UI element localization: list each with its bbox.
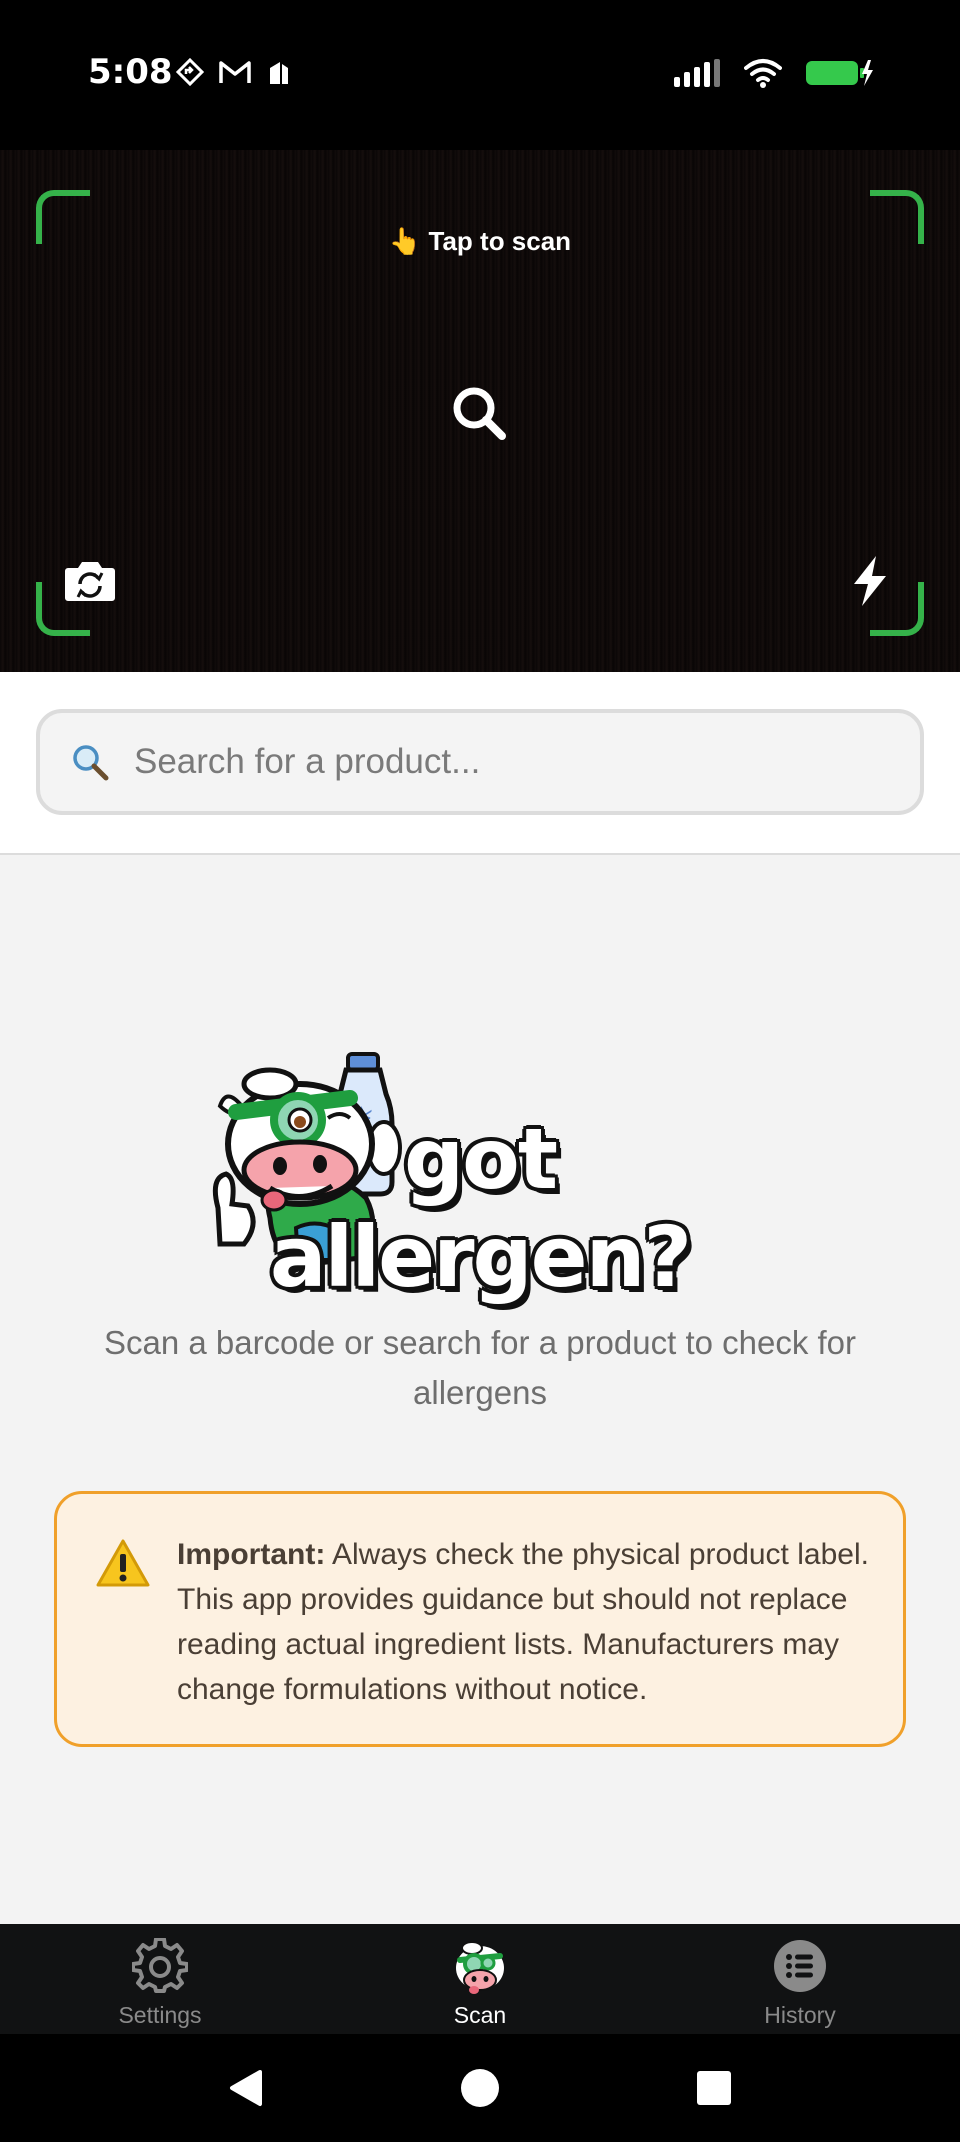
cow-mascot-icon xyxy=(456,1941,504,1994)
app-logo: Milk got allergen? xyxy=(200,1048,760,1310)
back-icon[interactable] xyxy=(226,2068,264,2108)
search-box[interactable] xyxy=(36,709,924,815)
flash-icon[interactable] xyxy=(848,554,892,608)
system-navigation-bar xyxy=(0,2034,960,2142)
nav-label-history: History xyxy=(764,2002,836,2028)
app-screen: 5:08 👆 Tap to scan Search for a product.… xyxy=(0,0,960,2142)
logo-text: got allergen? xyxy=(269,1110,692,1306)
warning-title: Important: xyxy=(177,1538,326,1571)
camera-viewfinder[interactable]: 👆 Tap to scan xyxy=(0,150,960,672)
flip-camera-icon[interactable] xyxy=(64,558,116,602)
warning-text: Important: Always check the physical pro… xyxy=(177,1532,877,1712)
warning-icon xyxy=(96,1539,150,1587)
search-icon xyxy=(73,745,109,781)
list-icon xyxy=(774,1940,826,1992)
recents-icon[interactable] xyxy=(696,2070,732,2106)
wifi-icon xyxy=(744,59,782,88)
nav-item-scan[interactable]: Scan xyxy=(380,1924,580,2034)
nav-item-history[interactable]: History xyxy=(700,1924,900,2034)
nav-label-scan: Scan xyxy=(453,2002,507,2028)
search-icon[interactable] xyxy=(450,384,510,444)
nav-item-settings[interactable]: Settings xyxy=(60,1924,260,2034)
notification-app-icon xyxy=(270,62,288,84)
gear-icon xyxy=(132,1938,188,1993)
status-time: 5:08 xyxy=(88,52,173,92)
status-left-icons xyxy=(176,58,292,86)
tagline: Scan a barcode or search for a product t… xyxy=(103,1324,857,1411)
location-diamond-icon xyxy=(176,58,204,86)
status-right-icons xyxy=(674,58,874,88)
nav-label-settings: Settings xyxy=(118,2002,202,2028)
signal-icon xyxy=(674,59,720,87)
battery-charging-icon xyxy=(806,60,873,86)
important-warning-card: Important: Always check the physical pro… xyxy=(54,1491,906,1747)
bottom-navigation: Settings Scan History xyxy=(0,1924,960,2034)
tap-to-scan-hint[interactable]: 👆 Tap to scan xyxy=(0,226,960,257)
search-area xyxy=(0,672,960,855)
status-bar: 5:08 xyxy=(0,0,960,150)
search-input[interactable] xyxy=(134,742,894,782)
gmail-icon xyxy=(219,61,251,83)
home-icon[interactable] xyxy=(460,2068,500,2108)
